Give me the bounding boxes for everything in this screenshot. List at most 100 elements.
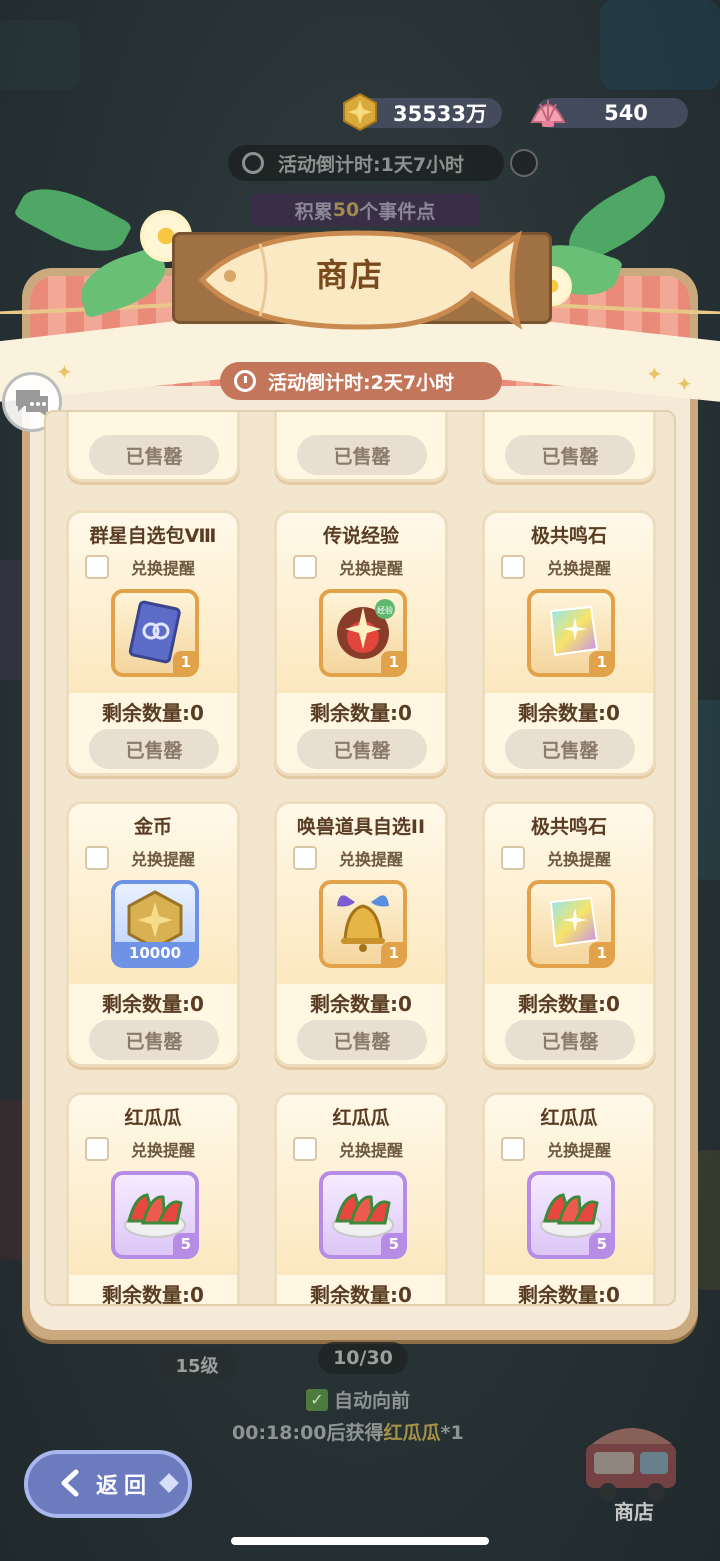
remind-label: 兑换提醒 <box>131 559 196 578</box>
remind-checkbox[interactable] <box>501 1137 525 1161</box>
remind-label: 兑换提醒 <box>131 1141 196 1160</box>
sold-out-button[interactable]: 已售罄 <box>297 435 427 475</box>
gold-counter: 35533万 <box>343 92 502 132</box>
remaining-count: 剩余数量:0 <box>102 701 204 725</box>
remaining-count: 剩余数量:0 <box>102 992 204 1016</box>
item-quantity: 5 <box>589 1233 611 1255</box>
shop-item-card[interactable]: 极共鸣石 兑换提醒 1 剩余数量:0 已售罄 <box>482 801 656 1067</box>
remind-checkbox[interactable] <box>85 846 109 870</box>
back-label: 返回 <box>96 1474 153 1499</box>
item-icon-frame: 5 <box>527 1171 615 1259</box>
remaining-count: 剩余数量:0 <box>518 992 620 1016</box>
sold-out-button[interactable]: 已售罄 <box>89 435 219 475</box>
item-quantity: 1 <box>381 942 403 964</box>
shop-item-card[interactable]: 传说经验 兑换提醒 经验 1 剩余数量:0 已售罄 <box>274 510 448 776</box>
remind-label: 兑换提醒 <box>131 850 196 869</box>
checkmark-icon: ✓ <box>306 1388 328 1411</box>
notes-icon[interactable] <box>510 149 538 177</box>
remaining-count: 剩余数量:0 <box>518 701 620 725</box>
shop-item-card[interactable]: 红瓜瓜 兑换提醒 5 剩余数量:0 已售罄 <box>274 1092 448 1306</box>
back-arrow-icon <box>61 1469 79 1497</box>
item-icon-frame: 1 <box>527 589 615 677</box>
sold-out-button[interactable]: 已售罄 <box>505 729 635 769</box>
events-count: 50 <box>332 199 360 221</box>
event-countdown-text: 活动倒计时:1天7小时 <box>278 153 465 176</box>
sparkle-icon: ✦ <box>676 372 693 396</box>
shop-countdown-text: 活动倒计时:2天7小时 <box>268 371 455 394</box>
item-name: 传说经验 <box>322 525 399 547</box>
food-truck-icon <box>586 1428 676 1501</box>
gold-coin-icon <box>343 92 377 132</box>
shop-label: 商店 <box>614 1500 654 1524</box>
gold-amount: 35533万 <box>392 102 488 126</box>
remind-label: 兑换提醒 <box>339 850 404 869</box>
shop-item-card[interactable]: 红瓜瓜 兑换提醒 5 剩余数量:0 已售罄 <box>66 1092 240 1306</box>
shop-item-card[interactable]: 已售罄 <box>482 412 656 482</box>
sold-out-button[interactable]: 已售罄 <box>505 1020 635 1060</box>
auto-forward-toggle[interactable]: ✓ 自动向前 <box>306 1386 410 1413</box>
shop-item-card[interactable]: 金币 兑换提醒 10000 剩余数量:0 已售罄 <box>66 801 240 1067</box>
remind-checkbox[interactable] <box>293 555 317 579</box>
item-icon-frame: 1 <box>111 589 199 677</box>
remaining-count: 剩余数量:0 <box>310 1283 412 1306</box>
remind-checkbox[interactable] <box>501 846 525 870</box>
item-icon-frame: 1 <box>319 880 407 968</box>
item-quantity: 1 <box>381 651 403 673</box>
back-button[interactable]: 返回 <box>24 1450 192 1518</box>
shop-item-card[interactable]: 红瓜瓜 兑换提醒 5 剩余数量:0 已售罄 <box>482 1092 656 1304</box>
remind-label: 兑换提醒 <box>547 850 612 869</box>
remaining-count: 剩余数量:0 <box>310 701 412 725</box>
reward-timer: 00:18:00后获得红瓜瓜*1 <box>232 1418 464 1445</box>
shop-item-card[interactable]: 已售罄 <box>66 412 240 482</box>
item-icon-frame: 经验 1 <box>319 589 407 677</box>
remaining-count: 剩余数量:0 <box>310 992 412 1016</box>
event-countdown-bg: 活动倒计时:1天7小时 <box>228 145 504 181</box>
item-name: 红瓜瓜 <box>332 1107 390 1129</box>
shop-item-card[interactable]: 极共鸣石 兑换提醒 1 剩余数量:0 已售罄 <box>482 510 656 776</box>
shop-countdown: 活动倒计时:2天7小时 <box>220 362 502 400</box>
item-name: 极共鸣石 <box>530 525 607 547</box>
shop-truck-button[interactable]: 商店 <box>574 1408 690 1524</box>
remind-label: 兑换提醒 <box>339 559 404 578</box>
sold-out-button[interactable]: 已售罄 <box>89 1020 219 1060</box>
item-icon-frame: 10000 <box>111 880 199 968</box>
sparkle-icon: ✦ <box>56 360 73 384</box>
shop-item-card[interactable]: 已售罄 <box>274 412 448 482</box>
item-quantity: 5 <box>173 1233 195 1255</box>
reward-item: 红瓜瓜 <box>383 1422 441 1444</box>
sold-out-button[interactable]: 已售罄 <box>297 729 427 769</box>
diamond-icon <box>159 1473 179 1493</box>
item-quantity: 1 <box>173 651 195 673</box>
sparkle-icon: ✦ <box>646 362 663 386</box>
item-name: 红瓜瓜 <box>540 1107 598 1129</box>
item-quantity: 10000 <box>115 942 195 964</box>
remind-checkbox[interactable] <box>293 1137 317 1161</box>
reward-prefix: 00:18:00后获得 <box>232 1422 384 1444</box>
sold-out-button[interactable]: 已售罄 <box>297 1020 427 1060</box>
shop-item-card[interactable]: 群星自选包Ⅷ 兑换提醒 1 剩余数量:0 已售罄 <box>66 510 240 776</box>
item-name: 红瓜瓜 <box>124 1107 182 1129</box>
sold-out-button[interactable]: 已售罄 <box>505 435 635 475</box>
exp-badge-text: 经验 <box>377 605 393 615</box>
remind-label: 兑换提醒 <box>339 1141 404 1160</box>
remind-label: 兑换提醒 <box>547 1141 612 1160</box>
remind-checkbox[interactable] <box>85 1137 109 1161</box>
progress-counter: 10/30 <box>318 1342 408 1374</box>
sold-out-button[interactable]: 已售罄 <box>89 729 219 769</box>
home-indicator[interactable] <box>231 1537 489 1545</box>
remind-checkbox[interactable] <box>85 555 109 579</box>
item-icon-frame: 5 <box>111 1171 199 1259</box>
clock-icon <box>242 152 264 174</box>
shop-item-card[interactable]: 唤兽道具自选II 兑换提醒 1 剩余数量:0 已售罄 <box>274 801 448 1067</box>
item-icon-frame: 5 <box>319 1171 407 1259</box>
shell-counter: 540 <box>530 98 688 128</box>
remind-checkbox[interactable] <box>293 846 317 870</box>
remind-checkbox[interactable] <box>501 555 525 579</box>
item-quantity: 1 <box>589 651 611 673</box>
remaining-count: 剩余数量:0 <box>102 1283 204 1306</box>
remind-label: 兑换提醒 <box>547 559 612 578</box>
item-name: 极共鸣石 <box>530 816 607 838</box>
reward-suffix: *1 <box>440 1422 464 1444</box>
shop-item-grid[interactable]: 已售罄 已售罄 已售罄 群星自选包Ⅷ 兑换提醒 1 剩余数量:0 已售罄 传说经… <box>44 410 676 1306</box>
item-name: 唤兽道具自选II <box>296 816 426 838</box>
